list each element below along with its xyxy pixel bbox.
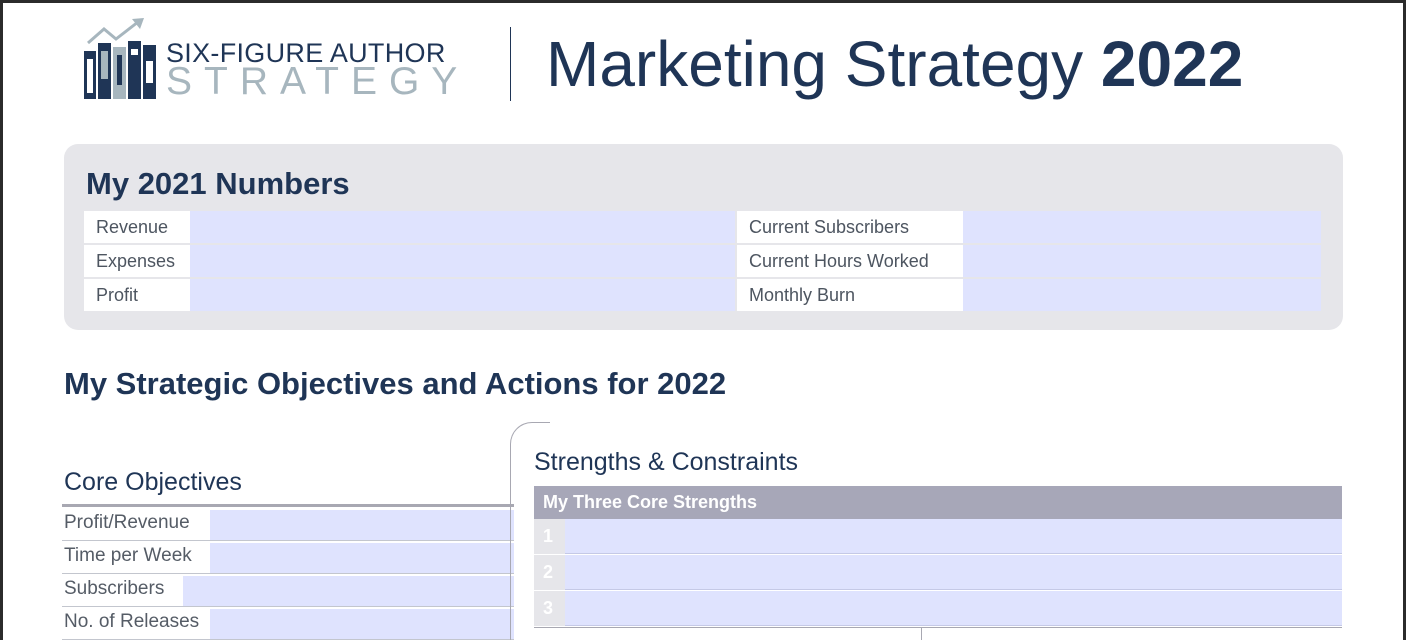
document-page: SIX-FIGURE AUTHOR STRATEGY Marketing Str… [3,3,1403,640]
revenue-field[interactable] [190,211,735,243]
profit-label: Profit [84,279,190,311]
profit-field[interactable] [190,279,735,311]
subscribers-label: Subscribers [64,578,165,599]
numbers-title-post: Numbers [206,166,350,201]
numbers-row: Revenue Current Subscribers [84,210,1323,244]
constraints-top-border [534,627,1342,628]
core-objectives-underline [62,504,514,507]
monthly-burn-label: Monthly Burn [737,279,963,311]
core-objective-row: Profit/Revenue [62,508,514,541]
strength-row[interactable]: 1 [534,519,1342,554]
numbers-row: Expenses Current Hours Worked [84,244,1323,278]
monthly-burn-field[interactable] [963,279,1321,311]
current-subscribers-label: Current Subscribers [737,211,963,243]
current-hours-worked-field[interactable] [963,245,1321,277]
constraints-column-divider [921,627,922,640]
strengths-title: Strengths & Constraints [534,448,799,476]
strategic-heading-year: 2022 [657,366,727,401]
expenses-field[interactable] [190,245,735,277]
document-title: Marketing Strategy 2022 [546,29,1243,99]
header-divider [510,27,511,101]
strategic-heading-pre: My Strategic Objectives and Actions for [64,366,658,401]
document-title-year: 2022 [1100,28,1244,100]
current-hours-worked-label: Current Hours Worked [737,245,963,277]
core-objective-row: Subscribers [62,574,514,607]
numbers-panel: My 2021 Numbers Revenue Current Subscrib… [64,144,1343,330]
document-title-text: Marketing Strategy [546,28,1101,100]
strength-number: 3 [534,591,565,626]
no-of-releases-label: No. of Releases [64,611,200,632]
numbers-title-year: 2021 [137,166,207,201]
no-of-releases-field[interactable] [210,609,514,639]
strategic-heading: My Strategic Objectives and Actions for … [64,366,726,402]
strength-number: 1 [534,519,565,554]
profit-revenue-field[interactable] [210,510,514,540]
profit-revenue-label: Profit/Revenue [64,512,190,533]
core-objective-row: No. of Releases [62,607,514,640]
logo-line2: STRATEGY [166,60,470,103]
time-per-week-label: Time per Week [64,545,192,566]
numbers-grid: Revenue Current Subscribers Expenses Cur… [84,210,1323,312]
core-strengths-header: My Three Core Strengths [534,486,1342,519]
logo: SIX-FIGURE AUTHOR STRATEGY [82,17,472,103]
current-subscribers-field[interactable] [963,211,1321,243]
expenses-label: Expenses [84,245,190,277]
numbers-title-pre: My [86,166,138,201]
core-objectives-title: Core Objectives [64,468,242,496]
numbers-title: My 2021 Numbers [86,166,350,202]
books-growth-icon [84,18,156,99]
strength-row[interactable]: 3 [534,591,1342,626]
strength-number: 2 [534,555,565,590]
time-per-week-field[interactable] [210,543,514,573]
strength-row[interactable]: 2 [534,555,1342,590]
numbers-row: Profit Monthly Burn [84,278,1323,312]
core-objective-row: Time per Week [62,541,514,574]
revenue-label: Revenue [84,211,190,243]
subscribers-field[interactable] [183,576,514,606]
